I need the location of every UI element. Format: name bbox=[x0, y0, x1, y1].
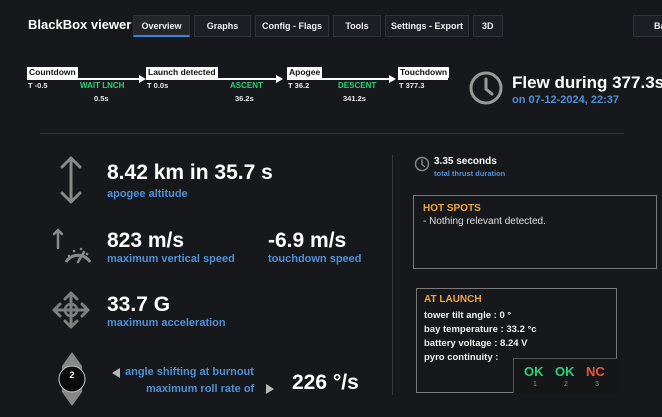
gyro-badge: 2 bbox=[69, 370, 75, 380]
timeline-time: T -0.5 bbox=[28, 81, 48, 90]
tab-graphs[interactable]: Graphs bbox=[194, 15, 251, 37]
tab-label: Settings - Export bbox=[390, 21, 463, 31]
at-launch-title: AT LAUNCH bbox=[424, 294, 482, 305]
tab-overview[interactable]: Overview bbox=[133, 15, 190, 37]
divider bbox=[40, 133, 624, 134]
tab-3d[interactable]: 3D bbox=[473, 15, 503, 37]
vertical-speed-value: 823 m/s bbox=[107, 229, 185, 252]
pyro-1-number: 1 bbox=[533, 381, 537, 388]
timeline-phase: ASCENT bbox=[230, 81, 263, 90]
timeline: Countdown T -0.5 WAIT LNCH 0.5s Launch d… bbox=[0, 60, 470, 110]
hot-spots-panel: HOT SPOTS - Nothing relevant detected. bbox=[413, 195, 657, 269]
tab-label: Overview bbox=[141, 20, 182, 31]
speedometer-icon bbox=[50, 226, 94, 266]
vertical-arrows-icon bbox=[58, 156, 84, 204]
right-arrow-icon bbox=[266, 384, 274, 394]
tab-tools[interactable]: Tools bbox=[333, 15, 381, 37]
pyro-2-number: 2 bbox=[564, 381, 568, 388]
timeline-time: T 36.2 bbox=[288, 81, 310, 90]
launch-battery: battery voltage : 8.24 V bbox=[424, 338, 528, 349]
timeline-time: T 377.3 bbox=[399, 81, 425, 90]
touchdown-speed-label: touchdown speed bbox=[268, 253, 362, 265]
clock-icon bbox=[414, 156, 430, 172]
timeline-line bbox=[146, 78, 276, 80]
launch-temperature: bay temperature : 33.2 °c bbox=[424, 324, 537, 335]
tab-label: Tools bbox=[345, 21, 369, 31]
timeline-phase: DESCENT bbox=[338, 81, 377, 90]
launch-tilt: tower tilt angle : 0 ° bbox=[424, 310, 512, 321]
back-button[interactable]: Back bbox=[633, 15, 662, 37]
pyro-3-status: NC bbox=[586, 364, 605, 379]
timeline-event-apogee: Apogee bbox=[287, 67, 323, 78]
hot-spots-title: HOT SPOTS bbox=[423, 203, 481, 214]
move-arrows-icon bbox=[51, 290, 91, 330]
timeline-event-touchdown: Touchdown bbox=[398, 67, 450, 78]
burnout-label: angle shifting at burnout bbox=[125, 366, 254, 378]
timeline-line bbox=[287, 78, 389, 80]
timeline-duration: 36.2s bbox=[235, 94, 254, 103]
timeline-event-countdown: Countdown bbox=[27, 67, 78, 78]
tab-label: Config - Flags bbox=[262, 21, 322, 31]
pyro-3-number: 3 bbox=[595, 381, 599, 388]
back-label: Back bbox=[654, 21, 662, 31]
tab-config-flags[interactable]: Config - Flags bbox=[255, 15, 329, 37]
timeline-arrow-icon bbox=[276, 75, 283, 83]
timeline-arrow-icon bbox=[139, 75, 146, 83]
left-arrow-icon bbox=[112, 368, 120, 378]
acceleration-value: 33.7 G bbox=[107, 293, 171, 316]
app-title: BlackBox viewer bbox=[28, 17, 132, 32]
apogee-value: 8.42 km in 35.7 s bbox=[107, 161, 273, 184]
touchdown-speed-value: -6.9 m/s bbox=[268, 229, 347, 252]
timeline-duration: 341.2s bbox=[343, 94, 366, 103]
thrust-value: 3.35 seconds bbox=[434, 156, 497, 167]
roll-rate-label: maximum roll rate of bbox=[146, 383, 255, 395]
acceleration-label: maximum acceleration bbox=[107, 317, 226, 329]
timeline-phase: WAIT LNCH bbox=[80, 81, 125, 90]
tab-label: 3D bbox=[482, 21, 494, 31]
hot-spots-text: - Nothing relevant detected. bbox=[423, 216, 546, 227]
roll-rate-value: 226 °/s bbox=[292, 371, 359, 394]
pyro-2-status: OK bbox=[555, 364, 575, 379]
timeline-duration: 0.5s bbox=[94, 94, 109, 103]
thrust-label: total thrust duration bbox=[434, 169, 506, 178]
timeline-line bbox=[398, 78, 448, 80]
at-launch-panel: AT LAUNCH tower tilt angle : 0 ° bay tem… bbox=[416, 288, 617, 393]
apogee-label: apogee altitude bbox=[107, 188, 188, 200]
pyro-1-status: OK bbox=[524, 364, 544, 379]
launch-pyro-label: pyro continuity : bbox=[424, 352, 499, 363]
tab-settings-export[interactable]: Settings - Export bbox=[385, 15, 469, 37]
vertical-speed-label: maximum vertical speed bbox=[107, 253, 235, 265]
clock-icon bbox=[468, 70, 504, 106]
tab-label: Graphs bbox=[206, 21, 239, 31]
timeline-time: T 0.0s bbox=[147, 81, 169, 90]
timeline-arrow-icon bbox=[389, 75, 396, 83]
timeline-line bbox=[27, 78, 139, 80]
flight-date: on 07-12-2024, 22:37 bbox=[512, 94, 620, 106]
flight-duration: Flew during 377.3s bbox=[512, 73, 662, 92]
pyro-status-grid: OK 1 OK 2 NC 3 bbox=[513, 358, 617, 393]
timeline-event-launch-detected: Launch detected bbox=[146, 67, 218, 78]
divider bbox=[392, 155, 393, 395]
